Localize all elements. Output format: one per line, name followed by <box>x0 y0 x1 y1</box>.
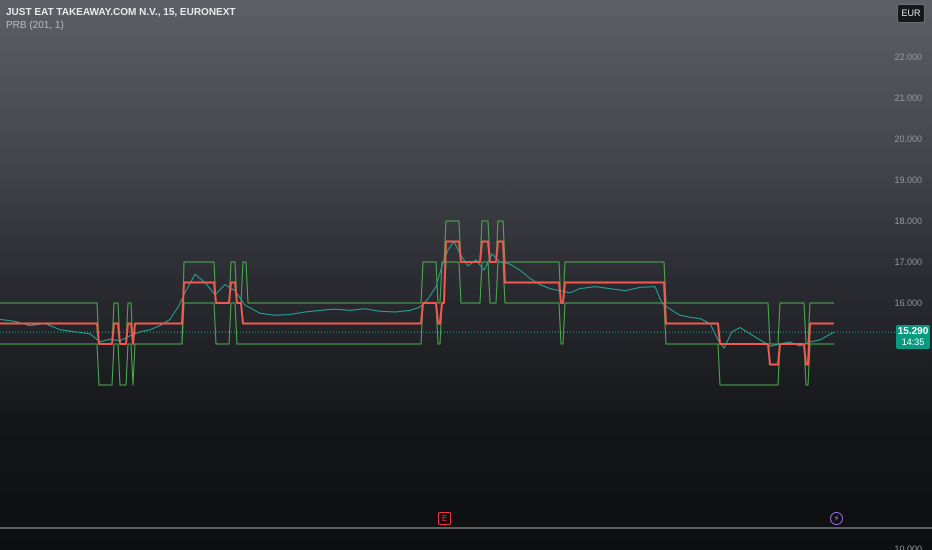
y-tick-label: 17.000 <box>894 257 922 267</box>
series-layer <box>0 220 896 386</box>
y-tick-label: 21.000 <box>894 93 922 103</box>
y-tick-label: 19.000 <box>894 175 922 185</box>
y-tick-label: 22.000 <box>894 52 922 62</box>
last-price-value: 15.290 <box>897 326 929 337</box>
y-tick-label: 18.000 <box>894 216 922 226</box>
price-axis[interactable]: 22.000 21.000 20.000 19.000 18.000 17.000 16.0… <box>894 52 922 550</box>
upper-series-line <box>0 220 834 345</box>
earnings-marker[interactable]: E <box>438 512 451 525</box>
y-tick-label: 10.000 <box>894 544 922 550</box>
price-chart[interactable]: 22.000 21.000 20.000 19.000 18.000 17.000 16.0… <box>0 0 932 550</box>
bar-countdown: 14:35 <box>901 337 925 347</box>
y-tick-label: 16.000 <box>894 298 922 308</box>
split-marker-icon[interactable]: ⚡ <box>830 512 843 525</box>
y-tick-label: 20.000 <box>894 134 922 144</box>
last-price-label: 15.290 14:35 <box>896 325 930 349</box>
